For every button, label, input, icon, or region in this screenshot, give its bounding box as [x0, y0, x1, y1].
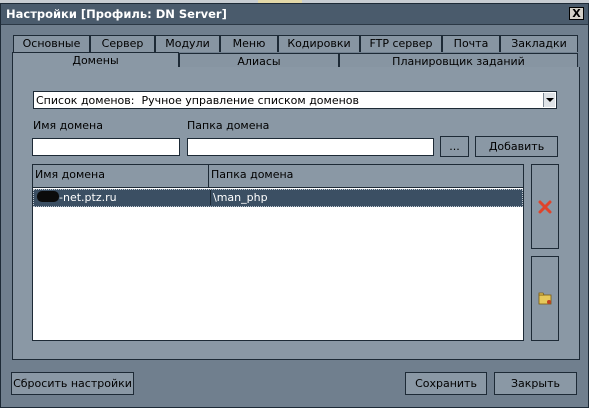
delete-icon: [538, 200, 552, 214]
domain-list-mode-select[interactable]: Список доменов: Ручное управление списко…: [33, 91, 557, 109]
domain-table: Имя домена Папка домена -net.ptz.ru \man…: [32, 164, 524, 341]
domain-folder-input[interactable]: [187, 138, 434, 156]
folder-icon: [538, 292, 552, 305]
redaction-mark: [37, 191, 59, 202]
tab-ftp-server[interactable]: FTP сервер: [360, 35, 442, 52]
table-header: Имя домена Папка домена: [33, 165, 523, 188]
title-bar: Настройки [Профиль: DN Server] X: [1, 4, 588, 25]
domain-name-label: Имя домена: [33, 119, 103, 132]
tab-general[interactable]: Основные: [13, 35, 90, 52]
tab-menu[interactable]: Меню: [220, 35, 278, 52]
tab-encodings[interactable]: Кодировки: [278, 35, 360, 52]
domain-name-cell: -net.ptz.ru: [37, 191, 117, 204]
domain-list-mode-value: Список доменов: Ручное управление списко…: [36, 94, 359, 107]
table-row[interactable]: -net.ptz.ru \man_php: [33, 189, 523, 207]
close-button[interactable]: Закрыть: [494, 372, 577, 395]
chevron-down-icon[interactable]: [543, 93, 555, 107]
tab-bookmarks[interactable]: Закладки: [500, 35, 578, 52]
tab-modules[interactable]: Модули: [155, 35, 220, 52]
domain-name-input[interactable]: [32, 138, 180, 156]
reset-settings-button[interactable]: Сбросить настройки: [11, 372, 134, 395]
tab-mail[interactable]: Почта: [442, 35, 500, 52]
domain-folder-cell: \man_php: [210, 190, 268, 205]
browse-folder-button[interactable]: ...: [440, 136, 469, 157]
close-window-button[interactable]: X: [569, 7, 584, 20]
domain-folder-label: Папка домена: [187, 119, 270, 132]
add-domain-button[interactable]: Добавить: [475, 136, 558, 157]
column-header-domain-name[interactable]: Имя домена: [33, 165, 209, 187]
open-folder-button[interactable]: [531, 256, 559, 341]
save-button[interactable]: Сохранить: [405, 372, 487, 395]
window-title: Настройки [Профиль: DN Server]: [6, 7, 227, 21]
tab-server[interactable]: Сервер: [90, 35, 155, 52]
domain-name-text: -net.ptz.ru: [59, 191, 117, 204]
column-header-domain-folder[interactable]: Папка домена: [209, 165, 523, 187]
delete-domain-button[interactable]: [531, 164, 559, 249]
